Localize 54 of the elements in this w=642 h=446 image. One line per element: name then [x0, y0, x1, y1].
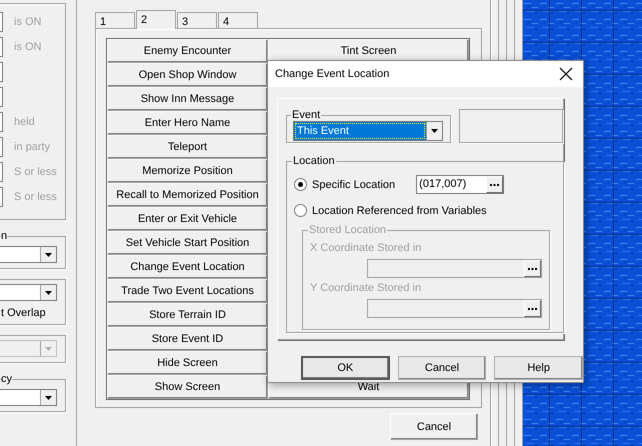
command-button[interactable]: Open Shop Window — [107, 63, 268, 87]
group-label: cy — [1, 373, 12, 385]
radio-label: Specific Location — [312, 178, 396, 190]
dropdown-arrow-icon — [45, 252, 52, 256]
dropdown-arrow-icon — [45, 290, 52, 294]
browse-button[interactable] — [486, 176, 504, 193]
condition-label: in party — [14, 141, 50, 153]
group-label: Location — [292, 155, 336, 167]
condition-label: S or less — [14, 166, 57, 178]
command-button[interactable]: Trade Two Event Locations — [107, 279, 268, 303]
command-button[interactable]: Teleport — [107, 135, 268, 159]
command-button[interactable]: Memorize Position — [107, 159, 268, 183]
dropdown[interactable] — [0, 284, 57, 301]
condition-label: is ON — [14, 41, 42, 53]
group-label: n — [1, 230, 8, 242]
condition-label: held — [14, 116, 35, 128]
command-button[interactable]: Show Screen — [107, 375, 268, 399]
dropdown-arrow-icon — [45, 346, 52, 350]
close-icon[interactable] — [559, 67, 573, 81]
condition-label: is ON — [14, 16, 42, 28]
radio-button[interactable] — [294, 178, 307, 191]
condition-label: S or less — [14, 191, 57, 203]
dropdown[interactable] — [0, 389, 57, 406]
command-button[interactable]: Enemy Encounter — [107, 39, 268, 63]
dropdown[interactable]: This Event — [293, 121, 443, 141]
command-button[interactable]: Store Terrain ID — [107, 303, 268, 327]
location-field[interactable]: (017,007) — [416, 175, 504, 194]
field-label: Y Coordinate Stored in — [310, 282, 422, 296]
dropdown[interactable] — [0, 246, 57, 263]
command-button[interactable]: Change Event Location — [107, 255, 268, 279]
command-button[interactable]: Store Event ID — [107, 327, 268, 351]
command-button[interactable]: Hide Screen — [107, 351, 268, 375]
window-title: Change Event Location — [275, 68, 390, 80]
radio-label: Location Referenced from Variables — [312, 204, 487, 216]
command-button[interactable]: Recall to Memorized Position — [107, 183, 268, 207]
group-label: Event — [291, 109, 322, 121]
group-label: Stored Location — [308, 224, 388, 236]
radio-button[interactable] — [294, 204, 307, 217]
command-button[interactable]: Show Inn Message — [107, 87, 268, 111]
dialog-button[interactable]: Help — [494, 356, 584, 380]
tab[interactable]: 3 — [177, 12, 217, 28]
checkbox-label: t Overlap — [1, 307, 47, 319]
dropdown-arrow-icon — [45, 396, 52, 400]
tab[interactable]: 2 — [136, 10, 176, 29]
command-button[interactable]: Enter Hero Name — [107, 111, 268, 135]
tab[interactable]: 4 — [218, 12, 258, 28]
dialog-button[interactable]: OK — [301, 356, 390, 380]
dropdown-arrow-icon — [430, 129, 438, 133]
dialog-button[interactable]: Cancel — [398, 356, 486, 380]
command-button[interactable]: Set Vehicle Start Position — [107, 231, 268, 255]
command-button[interactable]: Enter or Exit Vehicle — [107, 207, 268, 231]
cancel-button[interactable]: Cancel — [390, 413, 478, 440]
field-label: X Coordinate Stored in — [310, 242, 422, 256]
tab[interactable]: 1 — [95, 12, 135, 28]
